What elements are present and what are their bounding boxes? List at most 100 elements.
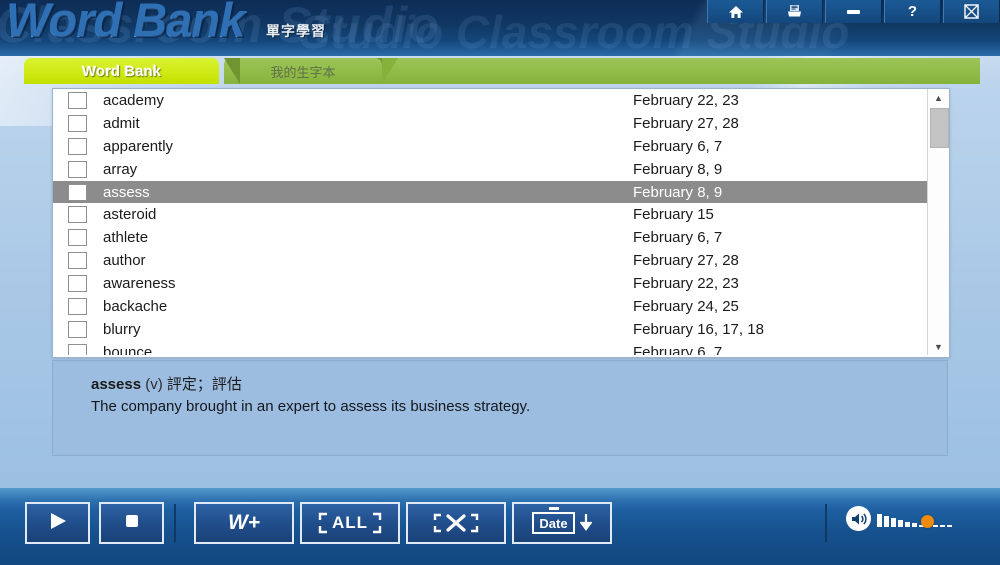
close-button[interactable]: [943, 0, 1000, 23]
tab-word-bank-label: Word Bank: [82, 62, 161, 80]
definition-panel: assess (v) 評定；評估 The company brought in …: [52, 360, 948, 456]
row-checkbox[interactable]: [68, 320, 87, 338]
brackets-all-icon: ALL: [317, 512, 383, 534]
tab-word-bank[interactable]: Word Bank: [24, 58, 219, 84]
word-cell: array: [103, 160, 138, 178]
home-button[interactable]: [707, 0, 764, 23]
table-row[interactable]: array February 8, 9: [53, 158, 927, 181]
table-row[interactable]: academy February 22, 23: [53, 89, 927, 112]
toolbar-divider-right: [825, 504, 827, 542]
table-row[interactable]: athlete February 6, 7: [53, 226, 927, 249]
date-cell: February 15: [633, 206, 714, 224]
volume-control[interactable]: [846, 506, 954, 531]
select-all-label: ALL: [331, 513, 369, 532]
speaker-icon[interactable]: [846, 506, 871, 531]
row-checkbox[interactable]: [68, 206, 87, 224]
date-cell: February 27, 28: [633, 252, 739, 270]
word-cell: asteroid: [103, 206, 157, 224]
scroll-down-arrow[interactable]: ▼: [928, 338, 949, 355]
table-row[interactable]: author February 27, 28: [53, 249, 927, 272]
volume-segment[interactable]: [912, 522, 917, 527]
volume-segment[interactable]: [905, 521, 910, 527]
minimize-button[interactable]: [825, 0, 882, 23]
word-cell: athlete: [103, 229, 149, 247]
date-box: Date: [532, 512, 575, 534]
stop-icon: [123, 512, 141, 535]
date-cell: February 8, 9: [633, 160, 723, 178]
app-title-chinese: 單字學習: [266, 23, 326, 39]
word-cell: backache: [103, 297, 168, 315]
date-cell: February 24, 25: [633, 297, 739, 315]
definition-example-sentence: The company brought in an expert to asse…: [91, 398, 531, 415]
row-checkbox[interactable]: [68, 252, 87, 270]
volume-segment[interactable]: [933, 524, 938, 527]
tab-my-wordbook-label: 我的生字本: [270, 64, 336, 80]
add-word-label: W+: [227, 511, 261, 534]
app-title: Word Bank: [6, 0, 245, 46]
row-checkbox[interactable]: [68, 114, 87, 132]
table-row[interactable]: admit February 27, 28: [53, 112, 927, 135]
row-checkbox[interactable]: [68, 91, 87, 109]
scrollbar-thumb[interactable]: [930, 108, 949, 148]
date-cell: February 8, 9: [633, 183, 723, 201]
row-checkbox[interactable]: [68, 137, 87, 155]
word-cell: bounce: [103, 343, 153, 355]
question-mark-icon: ?: [907, 3, 918, 20]
definition-headword-line: assess (v) 評定；評估: [91, 373, 947, 394]
row-checkbox[interactable]: [68, 297, 87, 315]
table-row[interactable]: assess February 8, 9: [53, 180, 927, 204]
word-cell: assess: [103, 183, 150, 201]
volume-segment[interactable]: [891, 517, 896, 527]
word-cell: admit: [103, 114, 140, 132]
sort-by-date-label: Date: [539, 515, 568, 531]
volume-segment[interactable]: [947, 524, 952, 527]
table-row[interactable]: bounce February 6, 7: [53, 341, 927, 355]
volume-segment[interactable]: [940, 524, 945, 527]
printer-icon: [786, 4, 803, 19]
home-icon: [728, 5, 744, 19]
sort-by-date-button[interactable]: Date: [512, 502, 612, 544]
select-all-button[interactable]: ALL: [300, 502, 400, 544]
help-button[interactable]: ?: [884, 0, 941, 23]
tab-my-wordbook[interactable]: 我的生字本: [224, 58, 398, 84]
row-checkbox[interactable]: [68, 343, 87, 355]
volume-segment[interactable]: [898, 519, 903, 527]
word-bank-window: Classroom Studio Studio Classroom Studio…: [0, 0, 1000, 565]
volume-slider-track[interactable]: [877, 511, 954, 528]
volume-slider-knob[interactable]: [921, 514, 934, 528]
row-checkbox[interactable]: [68, 183, 87, 201]
definition-word: assess: [91, 376, 142, 393]
word-list[interactable]: academy February 22, 23 admit February 27, …: [53, 89, 927, 355]
close-x-icon: [964, 4, 979, 19]
table-row[interactable]: blurry February 16, 17, 18: [53, 318, 927, 341]
word-list-scrollbar[interactable]: ▲ ▼: [927, 89, 949, 355]
row-checkbox[interactable]: [68, 160, 87, 178]
table-row[interactable]: awareness February 22, 23: [53, 272, 927, 295]
word-cell: awareness: [103, 275, 176, 293]
table-row[interactable]: backache February 24, 25: [53, 295, 927, 318]
definition-meaning-chinese: 評定；評估: [166, 376, 242, 393]
word-cell: academy: [103, 91, 164, 109]
volume-segment[interactable]: [884, 515, 889, 527]
print-button[interactable]: [766, 0, 823, 23]
date-cell: February 16, 17, 18: [633, 320, 764, 338]
shuffle-button[interactable]: [406, 502, 506, 544]
table-row[interactable]: asteroid February 15: [53, 203, 927, 226]
date-cell: February 6, 7: [633, 229, 723, 247]
stop-button[interactable]: [99, 502, 164, 544]
word-cell: blurry: [103, 320, 141, 338]
toolbar-divider-left: [174, 504, 176, 542]
scroll-up-arrow[interactable]: ▲: [928, 89, 949, 106]
word-cell: author: [103, 252, 146, 270]
date-cell: February 6, 7: [633, 137, 723, 155]
row-checkbox[interactable]: [68, 275, 87, 293]
add-word-button[interactable]: W+: [194, 502, 294, 544]
shuffle-icon: [431, 512, 481, 534]
volume-segment[interactable]: [877, 513, 882, 527]
play-button[interactable]: [25, 502, 90, 544]
date-cell: February 6, 7: [633, 343, 723, 355]
date-cell: February 22, 23: [633, 91, 739, 109]
table-row[interactable]: apparently February 6, 7: [53, 135, 927, 158]
down-arrow-icon: [579, 514, 592, 531]
row-checkbox[interactable]: [68, 229, 87, 247]
